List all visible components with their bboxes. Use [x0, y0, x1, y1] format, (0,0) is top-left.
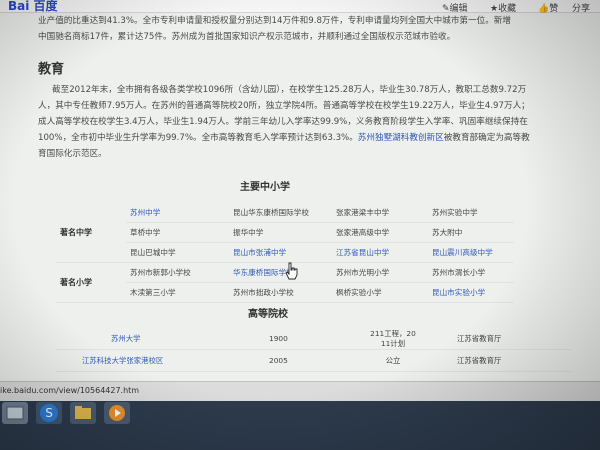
- education-line-5: 育国际化示范区。: [38, 149, 107, 159]
- screen: Bai 百度 ✎编辑 ★收藏 👍赞 分享 业产值的比重达到41.3%。全市专利申…: [0, 0, 600, 450]
- baidu-logo[interactable]: Bai 百度: [8, 0, 58, 14]
- primary-school-category: 著名小学: [56, 262, 126, 303]
- university-type: 公立: [333, 349, 453, 372]
- show-desktop-icon[interactable]: [2, 402, 28, 424]
- school-link[interactable]: 江苏省昆山中学: [332, 242, 428, 263]
- university-link[interactable]: 江苏科技大学张家港校区: [56, 349, 265, 372]
- university-authority: 江苏省教育厅: [453, 328, 571, 350]
- school-name: 张家港高级中学: [332, 222, 428, 243]
- table-row: 著名中学 苏州中学 昆山华东康桥国际学校 张家港梁丰中学 苏州实验中学: [56, 203, 514, 263]
- media-player-icon[interactable]: [104, 402, 130, 424]
- universities-table: 苏州大学 1900 211工程，20 11计划 江苏省教育厅 江苏科技大学张家港校…: [56, 328, 571, 372]
- browser-topbar: Bai 百度 ✎编辑 ★收藏 👍赞 分享: [0, 0, 600, 14]
- table-row: 江苏科技大学张家港校区 2005 公立 江苏省教育厅: [56, 349, 571, 372]
- education-line-1: 截至2012年末，全市拥有各级各类学校1096所（含幼儿园），在校学生125.2…: [52, 85, 527, 95]
- education-line-3: 成人高等学校在校学生3.4万人，毕业生1.94万人。学前三年幼儿入学率达99.9…: [38, 117, 528, 127]
- section-title-education: 教育: [38, 62, 65, 77]
- universities-table-title: 高等院校: [248, 309, 288, 320]
- school-link[interactable]: 昆山市实验小学: [428, 282, 514, 303]
- intro-paragraph-line-2: 中国驰名商标17件，累计达75件。苏州成为首批国家知识产权示范城市，并顺利通过全…: [38, 32, 456, 42]
- school-name: 草桥中学: [126, 222, 229, 243]
- file-explorer-icon[interactable]: [70, 402, 96, 424]
- school-name: 苏州市渭长小学: [428, 262, 514, 283]
- school-name: 苏州市新郭小学校: [126, 262, 229, 283]
- school-name: 张家港梁丰中学: [332, 203, 428, 223]
- education-line-4-text: 100%，全市初中毕业生升学率为99.7%。全市高等教育毛入学率预计达到63.3…: [38, 133, 358, 143]
- school-link[interactable]: 苏州中学: [126, 203, 229, 223]
- school-name: 昆山华东康桥国际学校: [229, 203, 332, 223]
- school-name: 枫桥实验小学: [332, 282, 428, 303]
- browser-page: Bai 百度 ✎编辑 ★收藏 👍赞 分享 业产值的比重达到41.3%。全市专利申…: [0, 0, 600, 401]
- university-authority: 江苏省教育厅: [453, 349, 571, 372]
- hand-pointer-icon: [285, 262, 299, 284]
- school-link[interactable]: 昆山震川高级中学: [428, 242, 514, 263]
- middle-school-category: 著名中学: [56, 203, 126, 263]
- svg-text:S: S: [45, 406, 53, 420]
- schools-table-title: 主要中小学: [240, 182, 290, 193]
- school-link[interactable]: 昆山市张浦中学: [229, 242, 332, 263]
- university-type-line-2: 11计划: [380, 338, 406, 348]
- school-name: 振华中学: [229, 222, 332, 243]
- sogou-input-icon[interactable]: S: [36, 402, 62, 424]
- university-year: 2005: [265, 349, 333, 372]
- link-dushu-lake-zone[interactable]: 苏州独墅湖科教创新区: [358, 133, 444, 143]
- university-type-line-1: 211工程，20: [370, 328, 416, 338]
- windows-taskbar: S: [0, 401, 600, 450]
- education-line-4-tail: 被教育部确定为高等教: [443, 133, 530, 143]
- university-link[interactable]: 苏州大学: [56, 328, 265, 350]
- school-name: 苏州市光明小学: [332, 262, 428, 283]
- schools-table: 著名中学 苏州中学 昆山华东康桥国际学校 张家港梁丰中学 苏州实验中学 草桥中学…: [56, 203, 514, 303]
- university-type: 211工程，20 11计划: [333, 328, 453, 350]
- school-link[interactable]: 华东康桥国际学校: [229, 262, 332, 283]
- school-name: 昆山巴城中学: [126, 242, 229, 263]
- table-row: 苏州大学 1900 211工程，20 11计划 江苏省教育厅: [56, 328, 571, 350]
- school-name: 苏州实验中学: [428, 203, 514, 223]
- status-url: ike.baidu.com/view/10564427.htm: [0, 386, 140, 395]
- school-name: 苏大附中: [428, 222, 514, 243]
- school-name: 木渎第三小学: [126, 282, 229, 303]
- intro-paragraph-line-1: 业产值的比重达到41.3%。全市专利申请量和授权量分别达到14万件和9.8万件，…: [38, 16, 511, 26]
- school-name: 苏州市拙政小学校: [229, 282, 332, 303]
- education-line-2: 人，其中专任教师7.95万人。在苏州的普通高等院校20所，独立学院4所。普通高等…: [38, 101, 530, 111]
- browser-status-bar: ike.baidu.com/view/10564427.htm: [0, 381, 600, 401]
- education-line-4: 100%，全市初中毕业生升学率为99.7%。全市高等教育毛入学率预计达到63.3…: [38, 130, 586, 146]
- university-year: 1900: [265, 328, 333, 350]
